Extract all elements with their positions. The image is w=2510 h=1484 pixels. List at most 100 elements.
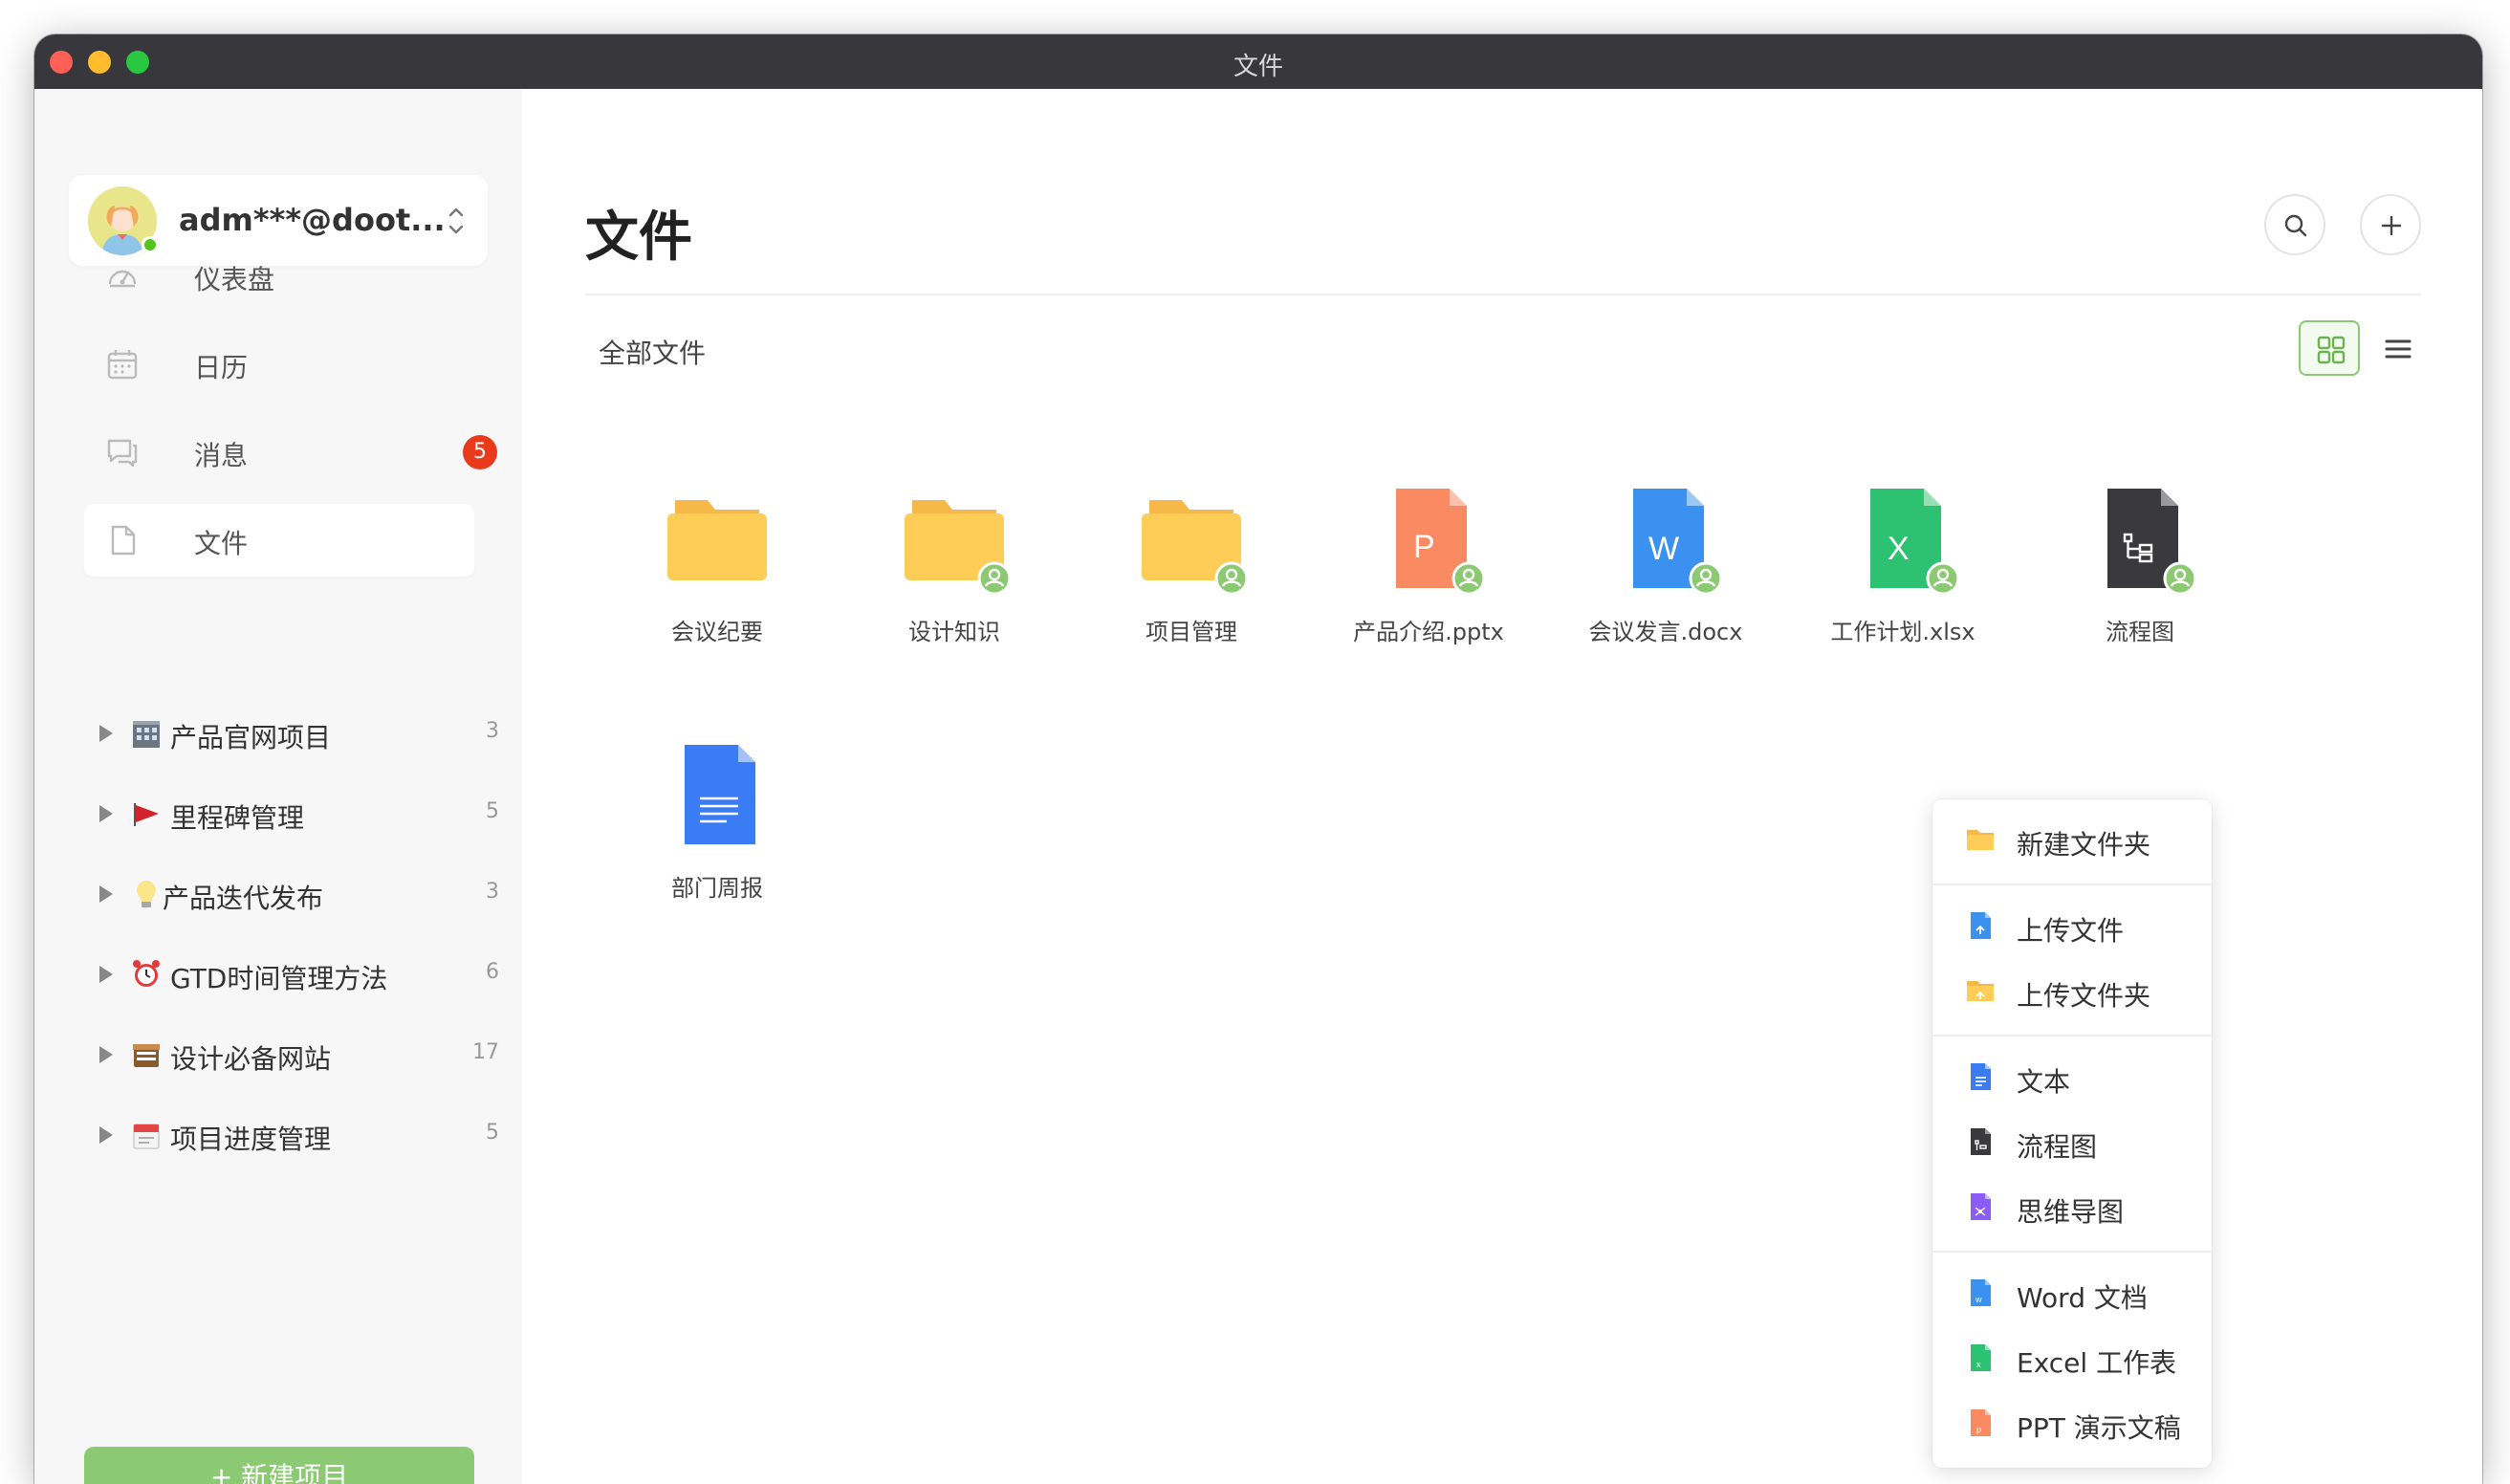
- caret-right-icon[interactable]: [98, 884, 115, 905]
- word-file-icon: W: [1633, 489, 1723, 596]
- folder-icon: [1967, 830, 1994, 850]
- menu-item-word[interactable]: w Word 文档: [1932, 1264, 2212, 1321]
- menu-item-flowchart[interactable]: 流程图: [1932, 1113, 2212, 1170]
- window-title: 文件: [1233, 53, 1283, 81]
- ppt-letter: P: [1413, 529, 1435, 565]
- project-item[interactable]: GTD时间管理方法 6: [98, 954, 499, 996]
- file-name: 流程图: [2106, 619, 2174, 645]
- shared-folder-icon: [905, 500, 1012, 596]
- caret-right-icon[interactable]: [98, 1044, 115, 1065]
- add-button[interactable]: [2360, 194, 2421, 255]
- project-count: 3: [486, 719, 499, 743]
- menu-label: PPT 演示文稿: [2017, 1412, 2181, 1444]
- file-icon: [111, 525, 136, 556]
- upload-folder-icon: [1967, 981, 1994, 1001]
- file-item-folder[interactable]: 项目管理: [1086, 481, 1297, 672]
- menu-label: 上传文件: [2017, 915, 2125, 947]
- nav-item-files[interactable]: 文件: [84, 504, 474, 577]
- menu-item-upload-file[interactable]: 上传文件: [1932, 897, 2212, 954]
- dashboard-icon: [108, 270, 137, 288]
- excel-icon: x: [1971, 1344, 1991, 1371]
- doc-file-icon: [685, 745, 755, 844]
- file-item-flowchart[interactable]: 流程图: [2035, 481, 2245, 672]
- calendar-icon: [107, 350, 138, 380]
- caret-right-icon[interactable]: [98, 1124, 115, 1146]
- svg-text:x: x: [1976, 1360, 1981, 1369]
- chevron-up-down-icon: [448, 207, 464, 234]
- header-divider: [585, 294, 2421, 295]
- shared-folder-icon: [1142, 500, 1249, 596]
- project-item[interactable]: 产品官网项目 3: [98, 713, 499, 755]
- grid-view-button[interactable]: [2299, 320, 2360, 376]
- sidebar: adm***@doot... 仪表盘 日历 消息 5 文件 产品官网项目 3 里…: [34, 89, 522, 1484]
- menu-separator: [1932, 1035, 2212, 1037]
- file-item-excel[interactable]: X 工作计划.xlsx: [1798, 481, 2008, 672]
- nav-label-dashboard: 仪表盘: [194, 264, 275, 295]
- menu-item-ppt[interactable]: p PPT 演示文稿: [1932, 1394, 2212, 1451]
- menu-label: 新建文件夹: [2017, 829, 2151, 861]
- unread-badge: 5: [463, 435, 497, 469]
- menu-label: 文本: [2017, 1066, 2071, 1098]
- file-item-doc[interactable]: 部门周报: [612, 737, 822, 928]
- menu-label: 上传文件夹: [2017, 980, 2151, 1012]
- excel-letter: X: [1888, 531, 1910, 567]
- nav-item-messages[interactable]: 消息 5: [84, 416, 497, 489]
- search-button[interactable]: [2264, 194, 2325, 255]
- flowchart-file-icon: [2107, 489, 2197, 596]
- ppt-icon: p: [1971, 1409, 1991, 1436]
- nav-label-files: 文件: [194, 528, 249, 559]
- file-name: 部门周报: [671, 875, 763, 902]
- menu-item-excel[interactable]: x Excel 工作表: [1932, 1329, 2212, 1386]
- nav-item-calendar[interactable]: 日历: [84, 328, 474, 401]
- red-flag-icon: [134, 803, 159, 826]
- menu-item-text[interactable]: 文本: [1932, 1048, 2212, 1105]
- nav-label-messages: 消息: [194, 440, 249, 471]
- file-name: 会议发言.docx: [1588, 619, 1743, 645]
- project-item[interactable]: 项目进度管理 5: [98, 1115, 499, 1157]
- folder-icon: [667, 500, 767, 580]
- new-project-button[interactable]: + 新建项目: [84, 1447, 474, 1484]
- lightbulb-icon: [137, 881, 156, 907]
- file-name: 产品介绍.pptx: [1353, 619, 1504, 645]
- file-item-folder[interactable]: 会议纪要: [612, 481, 822, 672]
- upload-file-icon: [1971, 912, 1991, 939]
- menu-item-upload-folder[interactable]: 上传文件夹: [1932, 962, 2212, 1019]
- main-content: 文件 全部文件 会议纪要 设计知识 项目管理 P 产品介绍.pptx W 会议发…: [522, 89, 2482, 1484]
- breadcrumb[interactable]: 全部文件: [599, 333, 706, 371]
- file-name: 工作计划.xlsx: [1830, 619, 1975, 645]
- calendar-page-icon: [133, 1124, 160, 1149]
- menu-separator: [1932, 884, 2212, 885]
- list-view-icon[interactable]: [2377, 328, 2419, 370]
- file-item-word[interactable]: W 会议发言.docx: [1561, 481, 1771, 672]
- file-item-ppt[interactable]: P 产品介绍.pptx: [1323, 481, 1534, 672]
- file-name: 会议纪要: [671, 619, 763, 645]
- app-window: 文件 adm***@doot... 仪表盘 日历 消息 5 文件 产品官网项目 …: [34, 34, 2482, 1484]
- file-item-folder[interactable]: 设计知识: [849, 481, 1059, 672]
- project-item[interactable]: 里程碑管理 5: [98, 794, 499, 836]
- plus-icon: [2381, 215, 2402, 236]
- menu-label: 思维导图: [2017, 1196, 2125, 1228]
- excel-file-icon: X: [1870, 489, 1960, 596]
- menu-item-mindmap[interactable]: 思维导图: [1932, 1178, 2212, 1235]
- page-title: 文件: [585, 207, 692, 269]
- menu-label: 流程图: [2017, 1131, 2098, 1163]
- project-item[interactable]: 产品迭代发布 3: [98, 874, 499, 916]
- mindmap-icon: [1971, 1193, 1991, 1220]
- nav-label-calendar: 日历: [194, 352, 249, 383]
- word-icon: w: [1971, 1279, 1991, 1306]
- project-item[interactable]: 设计必备网站 17: [98, 1035, 499, 1077]
- title-bar: 文件: [34, 34, 2482, 89]
- search-icon: [2284, 214, 2307, 237]
- menu-label: Excel 工作表: [2017, 1347, 2177, 1379]
- svg-text:w: w: [1975, 1295, 1982, 1304]
- message-icon: [107, 439, 138, 468]
- file-name: 设计知识: [908, 619, 1000, 645]
- project-label: 产品官网项目: [170, 722, 332, 753]
- nav-item-dashboard[interactable]: 仪表盘: [84, 240, 474, 313]
- project-label: GTD时间管理方法: [170, 963, 388, 994]
- user-name: adm***@doot...: [179, 202, 446, 238]
- caret-right-icon[interactable]: [98, 723, 115, 744]
- caret-right-icon[interactable]: [98, 803, 115, 824]
- caret-right-icon[interactable]: [98, 964, 115, 985]
- menu-item-new-folder[interactable]: 新建文件夹: [1932, 811, 2212, 868]
